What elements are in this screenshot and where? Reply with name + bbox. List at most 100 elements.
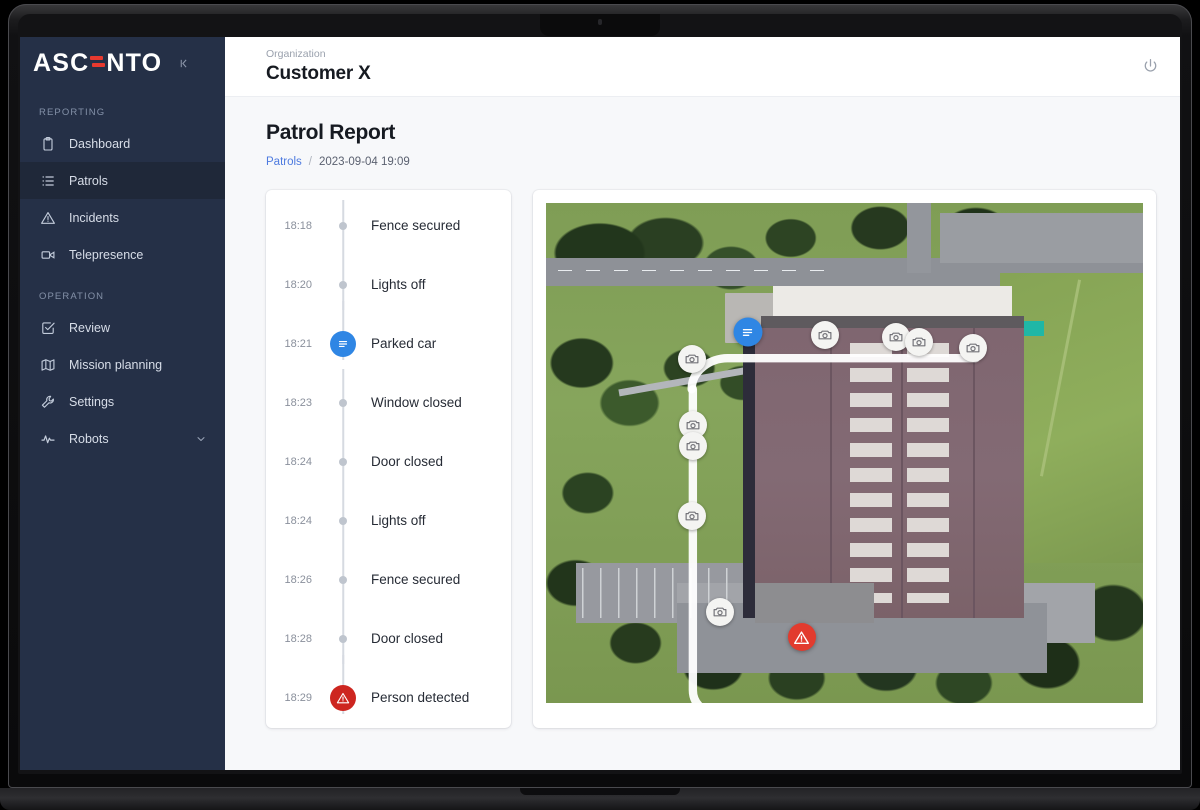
content-area: 18:18 Fence secured 18:20 Lights off 18:21 Pa… <box>225 168 1180 728</box>
timeline-event-label: Fence secured <box>371 572 461 587</box>
timeline-event-row[interactable]: 18:24 Lights off <box>266 486 511 550</box>
timeline-event-row[interactable]: 18:21 Parked car <box>266 300 511 373</box>
note-lines-icon[interactable] <box>330 330 356 357</box>
wrench-icon <box>39 393 56 410</box>
sidebar-item-incidents[interactable]: Incidents <box>20 199 225 236</box>
clipboard-icon <box>39 135 56 152</box>
timeline-event-time: 18:28 <box>284 632 312 645</box>
sidebar-item-mission-planning[interactable]: Mission planning <box>20 346 225 383</box>
timeline-event-label: Window closed <box>371 395 462 410</box>
main-content: Organization Customer X Patrol Report Pa… <box>225 37 1180 770</box>
sidebar-item-patrols[interactable]: Patrols <box>20 162 225 199</box>
timeline-event-time: 18:24 <box>284 514 312 527</box>
map-marker-note-lines-icon[interactable] <box>733 317 763 347</box>
timeline-dot-icon <box>339 516 347 525</box>
timeline-event-label: Fence secured <box>371 218 461 233</box>
sidebar-item-label: Mission planning <box>69 357 163 372</box>
timeline-dot-icon <box>339 457 347 466</box>
patrol-route-path <box>687 354 981 703</box>
camera-icon <box>965 340 981 356</box>
aerial-map[interactable] <box>546 203 1143 703</box>
timeline-event-label: Lights off <box>371 277 426 292</box>
timeline-dot-icon <box>339 398 347 407</box>
sidebar-item-settings[interactable]: Settings <box>20 383 225 420</box>
note-lines-icon <box>740 324 756 340</box>
app-logo[interactable]: ASC NTO <box>33 48 163 77</box>
topbar: Organization Customer X <box>225 37 1180 97</box>
map-marker-camera-icon[interactable] <box>905 328 934 356</box>
power-icon[interactable] <box>1141 57 1160 76</box>
sidebar-item-telepresence[interactable]: Telepresence <box>20 236 225 273</box>
timeline-event-row[interactable]: 18:18 Fence secured <box>266 196 511 255</box>
logo-e-glyph-icon <box>90 55 106 67</box>
map-marker-camera-icon[interactable] <box>678 432 707 460</box>
logo-text-left: ASC <box>33 48 90 77</box>
breadcrumb-current: 2023-09-04 19:09 <box>319 156 410 168</box>
warning-triangle-icon[interactable] <box>330 684 356 711</box>
logo-text-right: NTO <box>106 48 163 77</box>
checkbox-icon <box>39 319 56 336</box>
sidebar: ASC NTO REPORTING Dashboard Patrols Inci… <box>20 37 225 770</box>
timeline-event-row[interactable]: 18:23 Window closed <box>266 368 511 432</box>
timeline-event-time: 18:20 <box>284 278 312 291</box>
timeline-event-time: 18:26 <box>284 573 312 586</box>
timeline-event-row[interactable]: 18:26 Fence secured <box>266 545 511 609</box>
sidebar-item-label: Review <box>69 320 110 335</box>
map-marker-camera-icon[interactable] <box>706 598 735 626</box>
camera-icon <box>712 604 728 620</box>
warning-triangle-icon <box>793 629 810 646</box>
timeline-event-time: 18:23 <box>284 396 312 409</box>
activity-pulse-icon <box>39 430 56 447</box>
org-label: Organization <box>266 48 326 61</box>
timeline-event-time: 18:24 <box>284 455 312 468</box>
laptop-frame: ASC NTO REPORTING Dashboard Patrols Inci… <box>0 0 1200 810</box>
camera-icon <box>685 438 701 454</box>
timeline-marker <box>326 199 360 251</box>
timeline-event-row[interactable]: 18:28 Door closed <box>266 604 511 668</box>
sidebar-item-label: Telepresence <box>69 247 144 262</box>
patrol-timeline-card: 18:18 Fence secured 18:20 Lights off 18:21 Pa… <box>266 190 511 728</box>
timeline-marker <box>326 250 360 310</box>
timeline-event-label: Door closed <box>371 454 444 469</box>
camera-icon <box>685 417 701 433</box>
sidebar-item-label: Dashboard <box>69 136 131 151</box>
camera-icon <box>684 508 700 524</box>
timeline-event-row[interactable]: 18:20 Lights off <box>266 250 511 314</box>
timeline-event-label: Parked car <box>371 336 437 351</box>
timeline-marker <box>326 604 360 664</box>
webcam-icon <box>598 19 602 25</box>
patrol-map-card <box>533 190 1156 728</box>
map-icon <box>39 356 56 373</box>
timeline-event-row[interactable]: 18:29 Person detected <box>266 654 511 727</box>
collapse-left-icon[interactable] <box>178 57 191 70</box>
timeline-marker <box>326 486 360 546</box>
org-name: Customer X <box>266 62 371 84</box>
breadcrumb: Patrols / 2023-09-04 19:09 <box>266 156 1180 168</box>
sidebar-item-dashboard[interactable]: Dashboard <box>20 125 225 162</box>
map-marker-camera-icon[interactable] <box>959 334 988 362</box>
timeline-event-time: 18:29 <box>284 691 312 704</box>
video-camera-icon <box>39 246 56 263</box>
camera-icon <box>911 334 927 350</box>
timeline-event-row[interactable]: 18:24 Door closed <box>266 427 511 491</box>
map-marker-camera-icon[interactable] <box>677 345 706 373</box>
timeline-event-label: Door closed <box>371 631 444 646</box>
timeline-marker <box>326 427 360 487</box>
sidebar-item-review[interactable]: Review <box>20 309 225 346</box>
map-marker-camera-icon[interactable] <box>810 321 839 349</box>
page-title: Patrol Report <box>266 121 396 144</box>
camera-icon <box>888 329 904 345</box>
timeline-event-label: Person detected <box>371 690 470 705</box>
breadcrumb-separator: / <box>308 156 312 168</box>
sidebar-header: ASC NTO <box>20 37 225 89</box>
app-screen: ASC NTO REPORTING Dashboard Patrols Inci… <box>20 37 1180 770</box>
map-marker-camera-icon[interactable] <box>677 502 706 530</box>
timeline-event-label: Lights off <box>371 513 426 528</box>
map-marker-warning-triangle-icon[interactable] <box>787 623 816 651</box>
nav-section-reporting-label: REPORTING <box>39 107 106 118</box>
breadcrumb-link-patrols[interactable]: Patrols <box>266 156 302 168</box>
chevron-down-icon[interactable] <box>195 433 207 445</box>
sidebar-item-robots[interactable]: Robots <box>20 420 225 457</box>
laptop-base-notch <box>520 788 680 795</box>
timeline-marker <box>326 545 360 605</box>
